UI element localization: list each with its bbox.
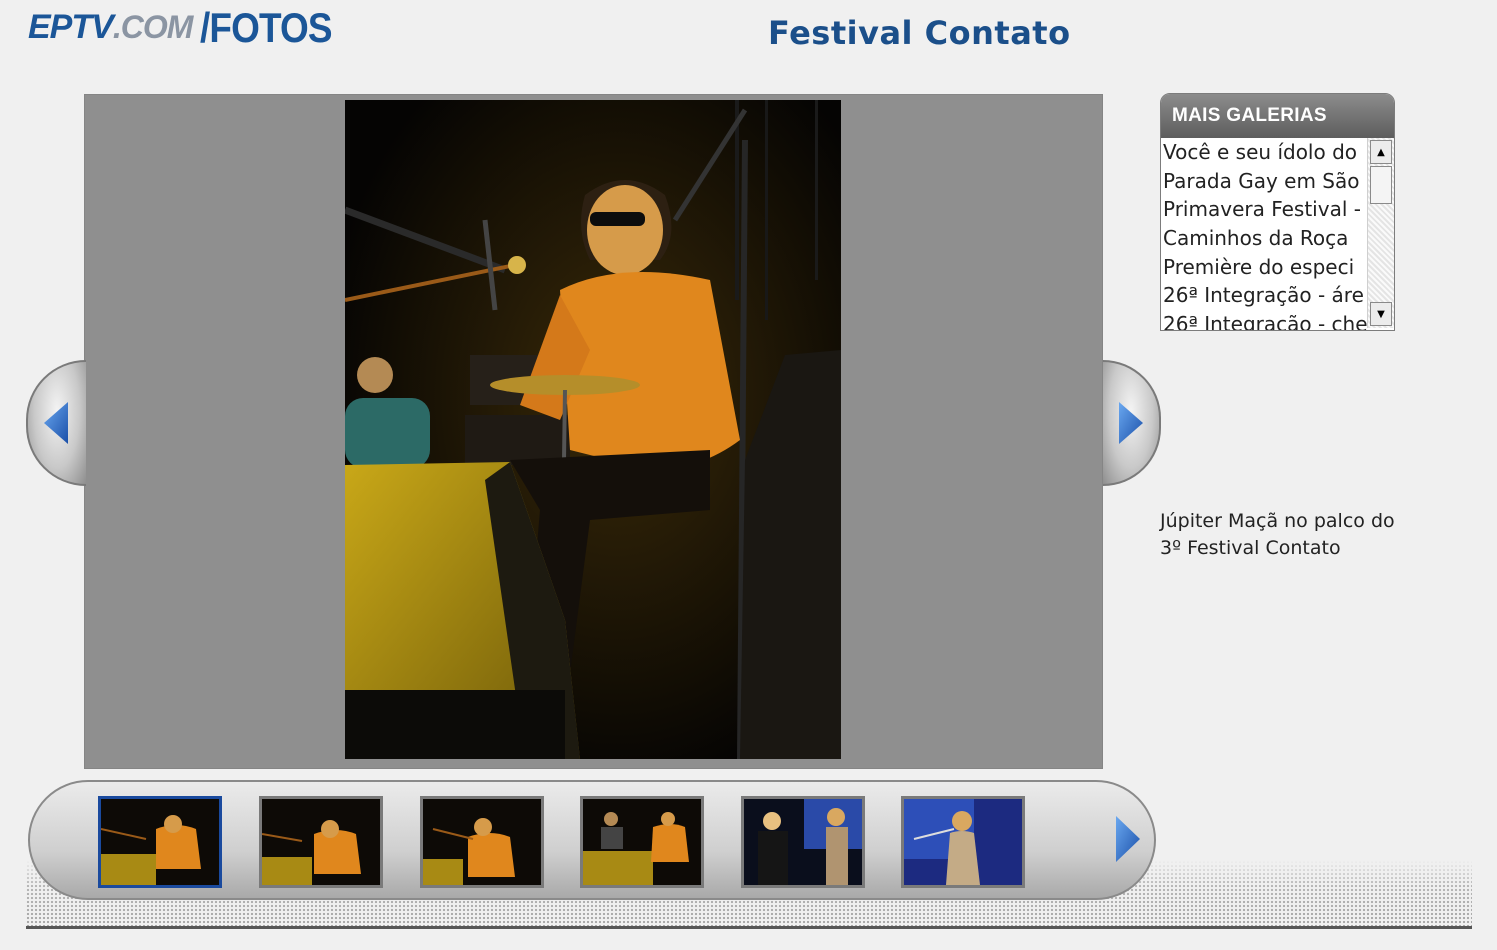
arrow-left-icon: [44, 402, 68, 444]
galleries-scrollbar[interactable]: ▲ ▼: [1367, 138, 1394, 328]
triangle-up-icon: ▲: [1377, 146, 1385, 158]
triangle-down-icon: ▼: [1377, 308, 1385, 320]
galleries-list[interactable]: Você e seu ídolo do Parada Gay em São Pr…: [1161, 138, 1367, 330]
gallery-item[interactable]: 26ª Integração - che: [1161, 310, 1367, 330]
more-galleries-panel: MAIS GALERIAS Você e seu ídolo do Parada…: [1160, 93, 1395, 331]
thumbnail[interactable]: [741, 796, 865, 888]
thumbnail[interactable]: [580, 796, 704, 888]
thumbnail[interactable]: [98, 796, 222, 888]
main-photo: [345, 100, 841, 759]
gallery-item[interactable]: Primavera Festival -: [1161, 195, 1367, 224]
photo-caption: Júpiter Maçã no palco do 3º Festival Con…: [1160, 510, 1395, 559]
scroll-down-button[interactable]: ▼: [1370, 302, 1392, 326]
gallery-item[interactable]: Première do especi: [1161, 253, 1367, 282]
fotos-logo[interactable]: /FOTOS: [200, 4, 333, 52]
thumbnail[interactable]: [420, 796, 544, 888]
thumbnail[interactable]: [901, 796, 1025, 888]
gallery-item[interactable]: Caminhos da Roça: [1161, 224, 1367, 253]
thumbnail[interactable]: [259, 796, 383, 888]
page-title: Festival Contato: [768, 14, 1071, 52]
gallery-item[interactable]: Você e seu ídolo do: [1161, 138, 1367, 167]
thumbnails-next-button[interactable]: [1114, 816, 1140, 862]
scrollbar-thumb[interactable]: [1370, 166, 1392, 204]
eptv-logo[interactable]: EPTV.COM: [28, 8, 193, 47]
arrow-right-icon: [1119, 402, 1143, 444]
previous-photo-button[interactable]: [26, 360, 86, 486]
more-galleries-header: MAIS GALERIAS: [1161, 94, 1394, 138]
gallery-item[interactable]: 26ª Integração - áre: [1161, 281, 1367, 310]
arrow-right-icon: [1116, 816, 1140, 862]
scroll-up-button[interactable]: ▲: [1370, 140, 1392, 164]
gallery-item[interactable]: Parada Gay em São: [1161, 167, 1367, 196]
next-photo-button[interactable]: [1103, 360, 1161, 486]
thumbnail-strip: [28, 780, 1156, 900]
